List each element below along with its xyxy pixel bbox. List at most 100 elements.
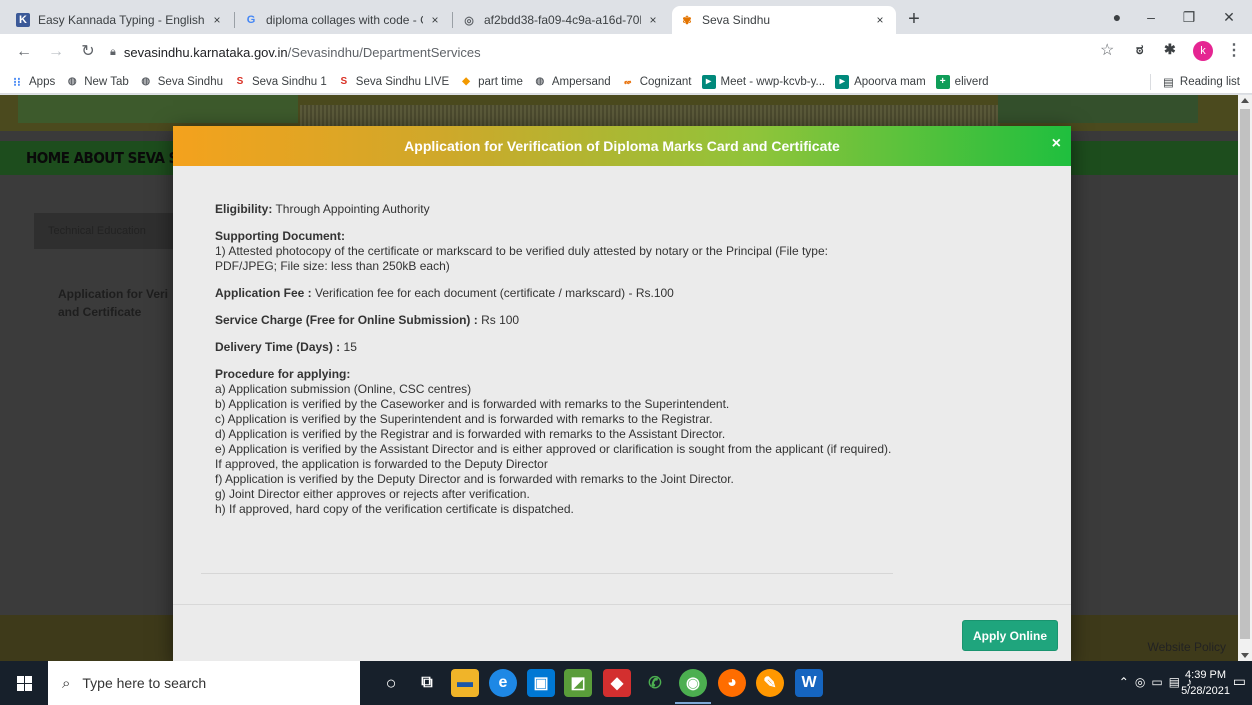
network-icon[interactable]: ▤ xyxy=(1169,675,1180,689)
meet-icon: ▸ xyxy=(701,74,716,89)
tab-title: Seva Sindhu xyxy=(702,13,771,27)
service-charge-label: Service Charge (Free for Online Submissi… xyxy=(215,313,478,327)
address-bar[interactable]: 🔒︎ sevasindhu.karnataka.gov.in/Sevasindh… xyxy=(104,39,1134,65)
bookmark-part-time[interactable]: ◆ part time xyxy=(459,75,523,89)
bookmark-new-tab[interactable]: ◍ New Tab xyxy=(65,75,129,89)
procedure-step: d) Application is verified by the Regist… xyxy=(215,427,726,441)
tab-diploma-search[interactable]: G diploma collages with code - Go × xyxy=(236,6,451,34)
bookmark-label: Meet - wwp-kcvb-y... xyxy=(720,75,826,88)
bookmark-seva-sindhu[interactable]: ◍ Seva Sindhu xyxy=(139,75,223,89)
chevron-up-icon[interactable]: ⌃ xyxy=(1119,675,1129,689)
tab-title: diploma collages with code - Go xyxy=(266,13,423,27)
fee-section: Application Fee : Verification fee for e… xyxy=(215,286,893,301)
department-tab[interactable]: Technical Education xyxy=(34,213,174,249)
procedure-step: e) Application is verified by the Assist… xyxy=(215,442,892,471)
bookmark-apoorva[interactable]: ▸ Apoorva mam xyxy=(835,74,926,89)
app-icon[interactable]: ◩ xyxy=(564,669,592,697)
clock[interactable]: 4:39 PM 5/28/2021 xyxy=(1181,667,1230,699)
procedure-step: c) Application is verified by the Superi… xyxy=(215,412,713,426)
scroll-thumb[interactable] xyxy=(1240,109,1250,639)
modal-title: Application for Verification of Diploma … xyxy=(404,138,840,154)
task-view-icon[interactable]: ⧉ xyxy=(413,669,441,697)
tab-seva-sindhu[interactable]: ✾ Seva Sindhu × xyxy=(672,6,896,34)
diamond-icon: ◆ xyxy=(462,76,470,87)
tab-title: Easy Kannada Typing - English to xyxy=(38,13,205,27)
bookmark-label: Apoorva mam xyxy=(854,75,926,88)
reload-icon[interactable]: ↻ xyxy=(76,40,100,64)
taskbar-search-input[interactable]: ⌕ Type here to search xyxy=(48,661,360,705)
meet-icon: ▸ xyxy=(835,74,850,89)
modal-footer: Apply Online xyxy=(173,604,1071,664)
profile-avatar[interactable]: k xyxy=(1193,41,1213,61)
bookmark-label: Seva Sindhu 1 xyxy=(251,75,327,88)
website-policy-link[interactable]: Website Policy xyxy=(1148,640,1226,654)
window-close-icon[interactable]: ✕ xyxy=(1206,4,1252,30)
file-explorer-icon[interactable]: ▬ xyxy=(451,669,479,697)
bookmark-label: part time xyxy=(478,75,523,88)
bookmark-cognizant[interactable]: 𝓌 Cognizant xyxy=(621,75,691,89)
edge-icon[interactable]: e xyxy=(489,669,517,697)
procedure-step: b) Application is verified by the Casewo… xyxy=(215,397,730,411)
anydesk-icon[interactable]: ◆ xyxy=(603,669,631,697)
store-icon[interactable]: ▣ xyxy=(527,669,555,697)
new-tab-button[interactable]: + xyxy=(900,8,928,32)
bookmark-ampersand[interactable]: ◍ Ampersand xyxy=(533,75,611,89)
notification-icon[interactable]: ▭ xyxy=(1233,673,1246,690)
tab-uuid[interactable]: ◎ af2bdd38-fa09-4c9a-a16d-70b5 × xyxy=(454,6,669,34)
close-icon[interactable]: × xyxy=(209,13,225,27)
modal-body: Eligibility: Through Appointing Authorit… xyxy=(201,166,893,574)
extensions-puzzle-icon[interactable]: ✱ xyxy=(1164,41,1176,58)
cognizant-icon: 𝓌 xyxy=(624,76,632,87)
bookmarks-bar: ⁝⁝ Apps ◍ New Tab ◍ Seva Sindhu S Seva Sindh… xyxy=(0,70,1252,94)
procedure-step: h) If approved, hard copy of the verific… xyxy=(215,502,574,516)
bookmark-seva-sindhu-1[interactable]: S Seva Sindhu 1 xyxy=(233,75,327,89)
tab-easy-kannada[interactable]: K Easy Kannada Typing - English to × xyxy=(8,6,233,34)
apply-online-button[interactable]: Apply Online xyxy=(962,620,1058,651)
divider xyxy=(1150,74,1152,90)
delivery-label: Delivery Time (Days) : xyxy=(215,340,341,354)
delivery-value: 15 xyxy=(343,340,357,354)
bookmark-label: Apps xyxy=(29,75,56,88)
whatsapp-icon[interactable]: ✆ xyxy=(641,669,669,697)
bookmark-label: eliverd xyxy=(954,75,989,88)
url-host: sevasindhu.karnataka.gov.in xyxy=(123,44,288,60)
tab-divider xyxy=(234,12,235,28)
fee-label: Application Fee : xyxy=(215,286,312,300)
bookmark-meet[interactable]: ▸ Meet - wwp-kcvb-y... xyxy=(701,74,826,89)
scroll-up-icon[interactable] xyxy=(1241,98,1249,103)
close-icon[interactable]: × xyxy=(872,13,888,27)
forward-icon[interactable]: → xyxy=(44,40,68,64)
brave-icon[interactable]: ✎ xyxy=(756,669,784,697)
page-scrollbar[interactable] xyxy=(1238,95,1252,661)
url-path: /Sevasindhu/DepartmentServices xyxy=(287,44,481,60)
procedure-step: g) Joint Director either approves or rej… xyxy=(215,487,530,501)
header-emblem xyxy=(998,95,1198,123)
scroll-down-icon[interactable] xyxy=(1241,653,1249,658)
bookmark-eliverd[interactable]: + eliverd xyxy=(935,74,989,89)
bookmark-star-icon[interactable]: ☆ xyxy=(1100,40,1114,60)
back-icon[interactable]: ← xyxy=(12,40,36,64)
close-icon[interactable]: × xyxy=(427,13,443,27)
meet-now-icon[interactable]: ◎ xyxy=(1135,675,1145,689)
bookmark-apps[interactable]: ⁝⁝ Apps xyxy=(10,75,55,89)
procedure-step: a) Application submission (Online, CSC c… xyxy=(215,382,472,396)
close-icon[interactable]: × xyxy=(645,13,661,27)
cortana-icon[interactable]: ○ xyxy=(377,669,405,697)
lock-icon: 🔒︎ xyxy=(110,45,116,58)
globe-icon: ◎ xyxy=(464,14,474,27)
start-button[interactable] xyxy=(0,661,48,705)
kannada-extension-icon[interactable]: ಠ xyxy=(1136,41,1143,58)
bookmark-seva-sindhu-live[interactable]: S Seva Sindhu LIVE xyxy=(337,75,449,89)
supporting-value: 1) Attested photocopy of the certificate… xyxy=(215,244,828,273)
firefox-icon[interactable]: ◕ xyxy=(718,669,746,697)
chrome-icon[interactable]: ◉ xyxy=(679,669,707,697)
apps-icon: ⁝⁝ xyxy=(13,74,21,89)
procedure-section: Procedure for applying: a) Application s… xyxy=(215,367,893,517)
reading-list[interactable]: ▤ Reading list xyxy=(1150,74,1240,90)
service-link[interactable]: Application for Veri and Certificate xyxy=(58,285,178,321)
display-icon[interactable]: ▭ xyxy=(1151,675,1162,689)
chrome-menu-icon[interactable]: ⋮ xyxy=(1226,40,1242,60)
close-icon[interactable]: × xyxy=(1052,135,1061,153)
procedure-label: Procedure for applying: xyxy=(215,367,351,381)
word-icon[interactable]: W xyxy=(795,669,823,697)
